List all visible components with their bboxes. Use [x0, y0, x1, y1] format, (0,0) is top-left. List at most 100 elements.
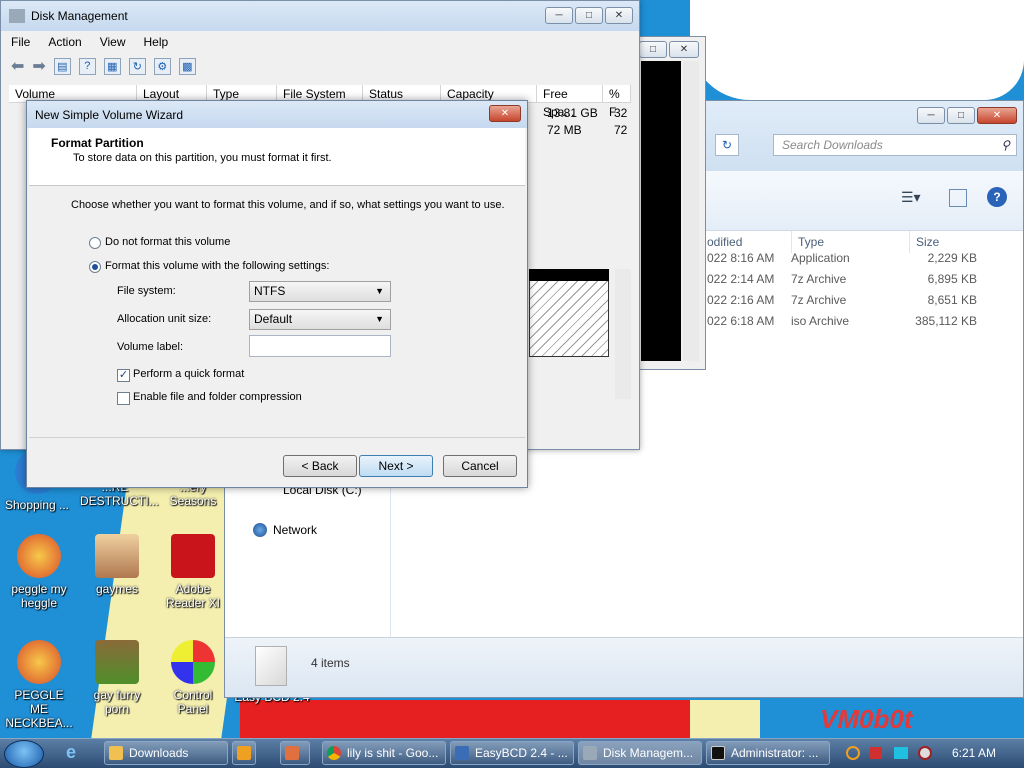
- taskbar-disk-management[interactable]: Disk Managem...: [578, 741, 702, 765]
- refresh-icon[interactable]: ↻: [715, 134, 739, 156]
- compression-label[interactable]: Enable file and folder compression: [133, 391, 302, 403]
- file-modified[interactable]: 022 8:16 AM: [707, 251, 774, 265]
- window-title: Disk Management: [31, 9, 128, 23]
- desktop-icon-peggle[interactable]: peggle my heggle: [4, 534, 74, 610]
- refresh-icon[interactable]: ↻: [128, 57, 146, 75]
- clock[interactable]: 6:21 AM: [952, 746, 996, 760]
- radio-format[interactable]: [89, 261, 101, 273]
- start-button[interactable]: [4, 740, 44, 768]
- close-button[interactable]: ✕: [605, 7, 633, 24]
- file-type: 7z Archive: [791, 293, 847, 307]
- nav-network[interactable]: Network: [273, 523, 317, 537]
- col-free-space[interactable]: Free Spa...: [537, 85, 603, 119]
- console-window: □ ✕: [636, 36, 706, 370]
- adobe-reader-icon: [171, 534, 215, 578]
- taskbar-command-prompt[interactable]: Administrator: ...: [706, 741, 830, 765]
- maximize-button[interactable]: □: [947, 107, 975, 124]
- flag-icon[interactable]: [870, 747, 882, 759]
- taskbar-downloads[interactable]: Downloads: [104, 741, 228, 765]
- file-modified[interactable]: 022 2:14 AM: [707, 272, 774, 286]
- compression-checkbox[interactable]: [117, 392, 130, 405]
- scrollbar[interactable]: [683, 61, 699, 361]
- network-icon: [253, 523, 267, 537]
- help-icon[interactable]: ?: [78, 57, 96, 75]
- col-percent-free[interactable]: % F: [603, 85, 631, 119]
- settings-icon[interactable]: ▩: [178, 57, 196, 75]
- help-icon[interactable]: ?: [987, 187, 1007, 207]
- column-header-modified[interactable]: odified: [707, 231, 742, 253]
- console-tree-icon[interactable]: ▤: [53, 57, 71, 75]
- easybcd-icon: [455, 746, 469, 760]
- box-game-icon: [95, 640, 139, 684]
- minimize-button[interactable]: ─: [545, 7, 573, 24]
- item-count: 4 items: [311, 656, 350, 670]
- menu-file[interactable]: File: [11, 35, 30, 49]
- radio-no-format[interactable]: [89, 237, 101, 249]
- search-input[interactable]: Search Downloads ⚲: [773, 134, 1017, 156]
- unallocated-header-bar: [529, 269, 609, 281]
- cancel-button[interactable]: Cancel: [443, 455, 517, 477]
- back-button[interactable]: < Back: [283, 455, 357, 477]
- menu-view[interactable]: View: [100, 35, 126, 49]
- properties-icon[interactable]: ▦: [103, 57, 121, 75]
- file-size: 6,895 KB: [927, 272, 977, 286]
- wizard-body: Choose whether you want to format this v…: [29, 187, 525, 437]
- internet-explorer-icon[interactable]: e: [66, 742, 92, 764]
- menu-help[interactable]: Help: [144, 35, 169, 49]
- menu-action[interactable]: Action: [48, 35, 81, 49]
- volume-label-input[interactable]: [249, 335, 391, 357]
- search-icon[interactable]: [846, 746, 860, 760]
- radio-format-label[interactable]: Format this volume with the following se…: [105, 260, 329, 272]
- quick-format-checkbox[interactable]: ✓: [117, 369, 130, 382]
- file-type: Application: [791, 251, 850, 265]
- desktop-icon-control-panel[interactable]: Control Panel: [158, 640, 228, 716]
- close-button[interactable]: ✕: [669, 41, 699, 58]
- maximize-button[interactable]: □: [639, 41, 667, 58]
- taskbar-app[interactable]: [280, 741, 310, 765]
- desktop-icon-gaymes[interactable]: gaymes: [82, 534, 152, 596]
- preview-pane-icon[interactable]: [949, 189, 967, 207]
- taskbar-easybcd[interactable]: EasyBCD 2.4 - ...: [450, 741, 574, 765]
- quick-format-label[interactable]: Perform a quick format: [133, 368, 244, 380]
- taskbar-media-player[interactable]: [232, 741, 256, 765]
- minimize-button[interactable]: ─: [917, 107, 945, 124]
- window-controls: ─ □ ✕: [917, 107, 1017, 124]
- file-modified[interactable]: 022 2:16 AM: [707, 293, 774, 307]
- rescan-icon[interactable]: ⚙: [153, 57, 171, 75]
- maximize-button[interactable]: □: [575, 7, 603, 24]
- column-header-type[interactable]: Type: [791, 231, 909, 253]
- volume-icon[interactable]: [918, 746, 932, 760]
- view-options-icon[interactable]: ☰▾: [901, 189, 931, 211]
- allocation-unit-select[interactable]: Default ▼: [249, 309, 391, 330]
- menu-bar: File Action View Help: [1, 31, 639, 53]
- command-prompt-icon: [711, 746, 725, 760]
- file-system-label: File system:: [117, 285, 176, 297]
- wizard-title: New Simple Volume Wizard: [35, 107, 184, 122]
- unallocated-region[interactable]: [529, 269, 609, 357]
- chrome-icon: [327, 746, 341, 760]
- forward-arrow-icon[interactable]: ➡: [32, 56, 45, 76]
- network-icon[interactable]: [894, 747, 908, 759]
- wallpaper-red-block: [240, 700, 760, 740]
- back-arrow-icon[interactable]: ⬅: [11, 56, 24, 76]
- desktop-icon-peggle-2[interactable]: PEGGLE ME NECKBEA...: [4, 640, 74, 730]
- wallpaper-shape-2: [690, 700, 760, 740]
- wizard-titlebar: New Simple Volume Wizard ✕: [27, 101, 527, 128]
- file-modified[interactable]: 022 6:18 AM: [707, 314, 774, 328]
- disk-icon: [9, 9, 25, 23]
- desktop-icon-gay-furry[interactable]: gay furry porn: [82, 640, 152, 716]
- toolbar: ⬅ ➡ ▤ ? ▦ ↻ ⚙ ▩: [1, 53, 639, 79]
- folder-icon: [109, 746, 123, 760]
- next-button[interactable]: Next >: [359, 455, 433, 477]
- scrollbar[interactable]: [615, 269, 631, 399]
- close-button[interactable]: ✕: [977, 107, 1017, 124]
- taskbar-chrome[interactable]: lily is shit - Goo...: [322, 741, 446, 765]
- media-player-icon: [237, 746, 251, 760]
- column-header-size[interactable]: Size: [909, 231, 985, 253]
- close-button[interactable]: ✕: [489, 105, 521, 122]
- file-size: 8,651 KB: [927, 293, 977, 307]
- desktop-icon-adobe-reader[interactable]: Adobe Reader XI: [158, 534, 228, 610]
- row-free-space: 72 MB: [547, 123, 582, 137]
- file-system-select[interactable]: NTFS ▼: [249, 281, 391, 302]
- radio-no-format-label[interactable]: Do not format this volume: [105, 236, 230, 248]
